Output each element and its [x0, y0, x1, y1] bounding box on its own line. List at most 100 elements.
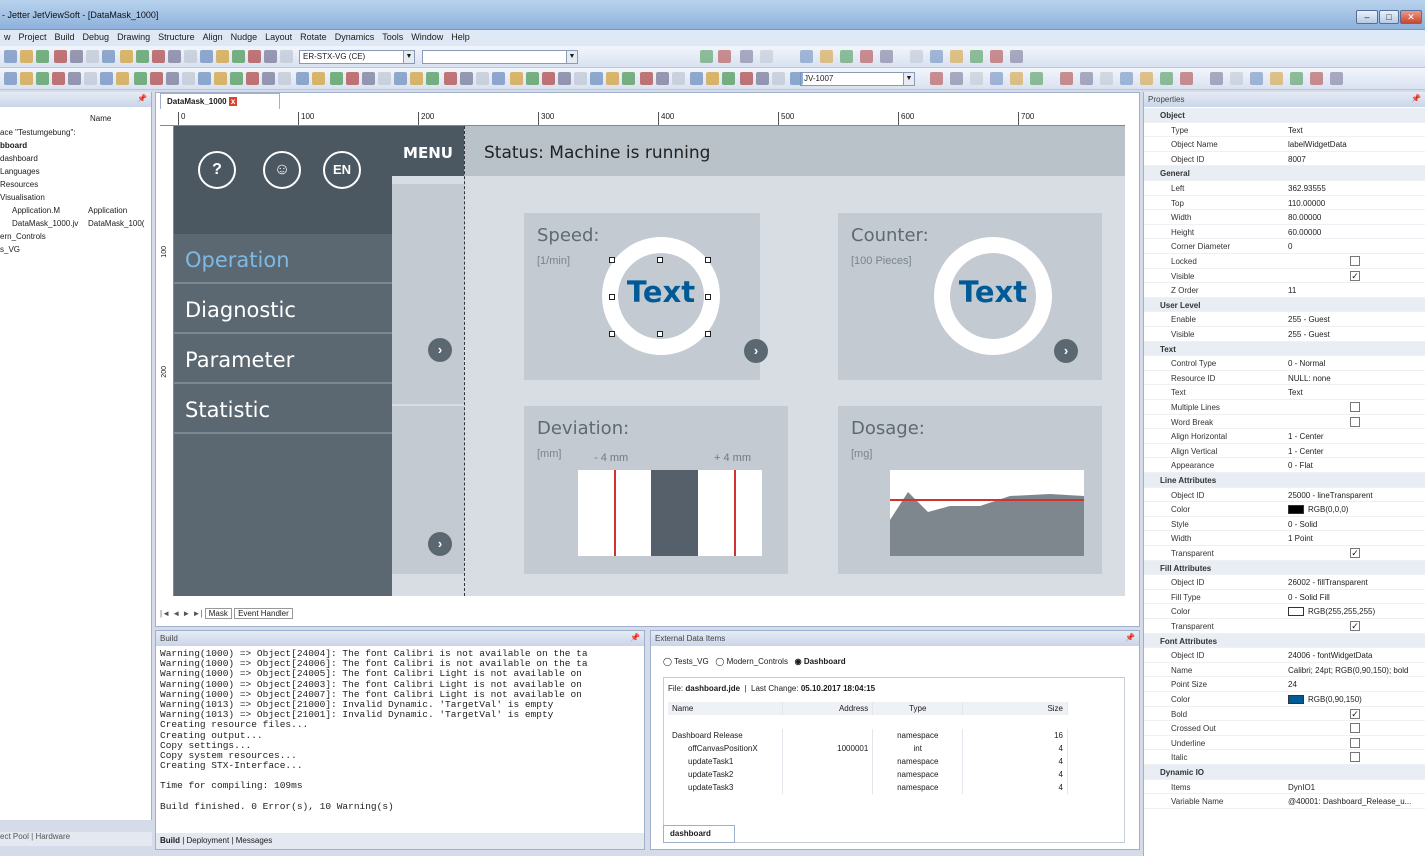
- property-row[interactable]: Align Horizontal 1 - Center: [1144, 429, 1425, 444]
- table-row[interactable]: updateTask1 namespace 4: [668, 755, 1068, 768]
- property-row[interactable]: Transparent ✓: [1144, 619, 1425, 634]
- tree-item[interactable]: Application.M: [12, 206, 60, 215]
- property-value[interactable]: 8007: [1288, 155, 1306, 164]
- toolbar-icon[interactable]: [232, 50, 245, 63]
- property-value[interactable]: 60.00000: [1288, 228, 1321, 237]
- chevron-right-icon[interactable]: ›: [428, 532, 452, 556]
- tree-item[interactable]: dashboard: [0, 154, 38, 163]
- toolbar-icon[interactable]: [214, 72, 227, 85]
- toolbar-icon[interactable]: [542, 72, 555, 85]
- menu-item[interactable]: Nudge: [227, 30, 262, 42]
- target-combo[interactable]: ER-STX-VG (CE) ▼: [299, 50, 415, 64]
- property-row[interactable]: Top 110.00000: [1144, 196, 1425, 211]
- counter-value[interactable]: Text: [934, 275, 1052, 309]
- property-value[interactable]: 0 - Normal: [1288, 359, 1325, 368]
- property-row[interactable]: Object ID 8007: [1144, 152, 1425, 167]
- property-row[interactable]: Left 362.93555: [1144, 181, 1425, 196]
- nav-diagnostic[interactable]: Diagnostic: [174, 286, 392, 334]
- toolbar-icon[interactable]: [772, 72, 785, 85]
- checkbox[interactable]: ✓: [1350, 708, 1360, 719]
- selection-handle[interactable]: [657, 331, 663, 337]
- toolbar-icon[interactable]: [278, 72, 291, 85]
- color-swatch[interactable]: [1288, 505, 1304, 515]
- nav-operation[interactable]: Operation: [174, 236, 392, 284]
- tab-deployment[interactable]: Deployment: [187, 836, 230, 845]
- toolbar-icon[interactable]: [296, 72, 309, 85]
- property-value[interactable]: RGB(255,255,255): [1308, 607, 1375, 616]
- pin-icon[interactable]: 📌: [1411, 94, 1421, 103]
- toolbar-icon[interactable]: [184, 50, 197, 63]
- toolbar-icon[interactable]: [460, 72, 473, 85]
- toolbar-icon[interactable]: [820, 50, 833, 63]
- toolbar-icon[interactable]: [116, 72, 129, 85]
- property-value[interactable]: 362.93555: [1288, 184, 1326, 193]
- property-value[interactable]: NULL: none: [1288, 374, 1331, 383]
- property-value[interactable]: 1 Point: [1288, 534, 1313, 543]
- toolbar-icon[interactable]: [1270, 72, 1283, 85]
- toolbar-icon[interactable]: [248, 50, 261, 63]
- tab-mask[interactable]: Mask: [204, 608, 232, 619]
- toolbar-icon[interactable]: [4, 50, 17, 63]
- close-button[interactable]: ✕: [1400, 10, 1422, 24]
- toolbar-icon[interactable]: [200, 50, 213, 63]
- tab-messages[interactable]: Messages: [236, 836, 272, 845]
- toolbar-icon[interactable]: [1010, 72, 1023, 85]
- toolbar-icon[interactable]: [246, 72, 259, 85]
- property-value[interactable]: labelWidgetData: [1288, 140, 1347, 149]
- toolbar-icon[interactable]: [990, 50, 1003, 63]
- toolbar-icon[interactable]: [280, 50, 293, 63]
- property-row[interactable]: Multiple Lines: [1144, 400, 1425, 415]
- chevron-right-icon[interactable]: ›: [744, 339, 768, 363]
- empty-combo[interactable]: ▼: [422, 50, 578, 64]
- menu-item[interactable]: Align: [199, 30, 227, 42]
- tab-event-handler[interactable]: Event Handler: [234, 608, 293, 619]
- menu-item[interactable]: Project: [15, 30, 51, 42]
- menu-label[interactable]: MENU: [392, 126, 464, 176]
- toolbar-icon[interactable]: [102, 50, 115, 63]
- property-row[interactable]: Crossed Out: [1144, 721, 1425, 736]
- toolbar-icon[interactable]: [68, 72, 81, 85]
- menu-item[interactable]: Rotate: [296, 30, 331, 42]
- toolbar-icon[interactable]: [394, 72, 407, 85]
- col-size[interactable]: Size: [962, 702, 1068, 715]
- tree-item[interactable]: Languages: [0, 167, 40, 176]
- toolbar-icon[interactable]: [152, 50, 165, 63]
- menu-item[interactable]: Window: [407, 30, 447, 42]
- toolbar-icon[interactable]: [1180, 72, 1193, 85]
- table-row[interactable]: offCanvasPositionX 1000001 int 4: [668, 742, 1068, 755]
- toolbar-icon[interactable]: [930, 50, 943, 63]
- toolbar-icon[interactable]: [444, 72, 457, 85]
- toolbar-icon[interactable]: [84, 72, 97, 85]
- selection-handle[interactable]: [705, 257, 711, 263]
- language-button[interactable]: EN: [323, 151, 361, 189]
- property-value[interactable]: 0: [1288, 242, 1292, 251]
- toolbar-icon[interactable]: [840, 50, 853, 63]
- toolbar-icon[interactable]: [880, 50, 893, 63]
- property-row[interactable]: Color RGB(255,255,255): [1144, 604, 1425, 619]
- maximize-button[interactable]: □: [1379, 10, 1399, 24]
- toolbar-icon[interactable]: [950, 72, 963, 85]
- toolbar-icon[interactable]: [706, 72, 719, 85]
- property-row[interactable]: Transparent ✓: [1144, 546, 1425, 561]
- property-row[interactable]: Align Vertical 1 - Center: [1144, 444, 1425, 459]
- property-row[interactable]: Items DynIO1: [1144, 780, 1425, 795]
- property-value[interactable]: 25000 - lineTransparent: [1288, 491, 1373, 500]
- property-row[interactable]: Bold ✓: [1144, 707, 1425, 722]
- toolbar-icon[interactable]: [1330, 72, 1343, 85]
- toolbar-icon[interactable]: [574, 72, 587, 85]
- toolbar-icon[interactable]: [640, 72, 653, 85]
- toolbar-icon[interactable]: [990, 72, 1003, 85]
- toolbar-icon[interactable]: [312, 72, 325, 85]
- toolbar-icon[interactable]: [672, 72, 685, 85]
- property-section[interactable]: Line Attributes: [1144, 473, 1425, 488]
- property-row[interactable]: Color RGB(0,0,0): [1144, 502, 1425, 517]
- property-row[interactable]: Appearance 0 - Flat: [1144, 458, 1425, 473]
- property-value[interactable]: 11: [1288, 286, 1296, 295]
- checkbox[interactable]: ✓: [1350, 621, 1360, 631]
- tree-item[interactable]: Resources: [0, 180, 38, 189]
- toolbar-icon[interactable]: [800, 50, 813, 63]
- checkbox[interactable]: [1350, 256, 1360, 266]
- property-section[interactable]: Dynamic IO: [1144, 765, 1425, 780]
- toolbar-icon[interactable]: [262, 72, 275, 85]
- checkbox[interactable]: ✓: [1350, 270, 1360, 281]
